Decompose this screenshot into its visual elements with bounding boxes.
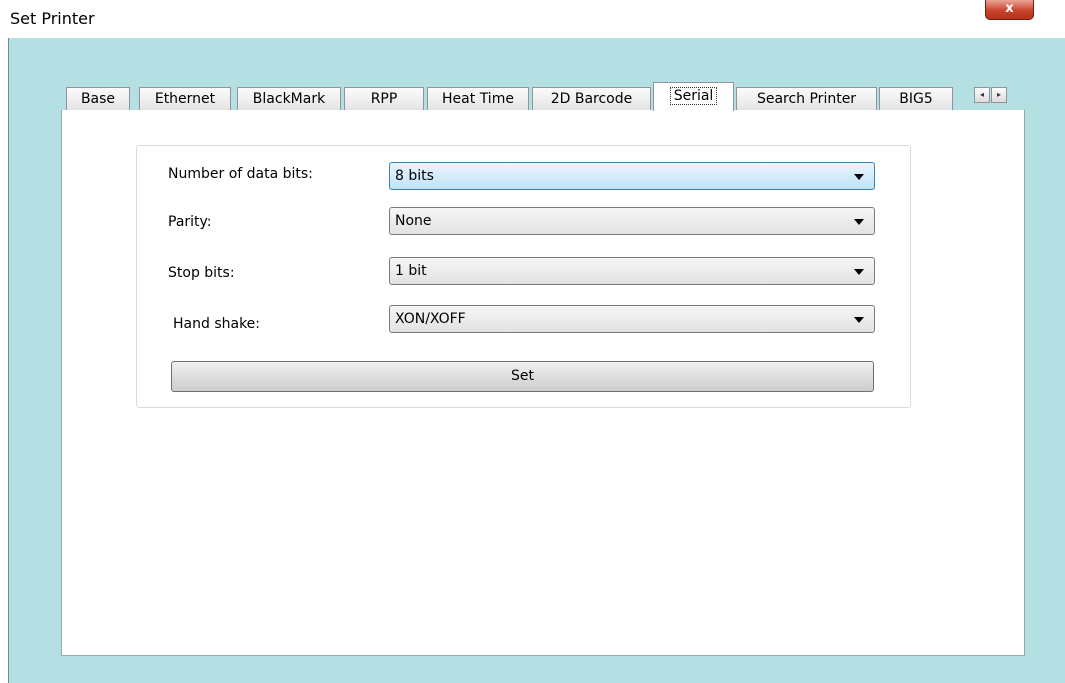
tab-scroll-right-icon[interactable]: ▸ xyxy=(991,87,1007,103)
data-bits-label: Number of data bits: xyxy=(168,166,313,182)
parity-label: Parity: xyxy=(168,214,212,230)
hand-shake-label: Hand shake: xyxy=(173,316,261,332)
set-button[interactable]: Set xyxy=(171,361,874,392)
chevron-down-icon xyxy=(854,317,864,323)
data-bits-value: 8 bits xyxy=(395,168,434,184)
parity-value: None xyxy=(395,213,432,229)
tab-heat-time[interactable]: Heat Time xyxy=(427,87,529,110)
hand-shake-select[interactable]: XON/XOFF xyxy=(389,305,875,333)
tab-serial-label: Serial xyxy=(669,87,718,105)
chevron-down-icon xyxy=(854,174,864,180)
data-bits-select[interactable]: 8 bits xyxy=(389,162,875,190)
tab-strip: Base Ethernet BlackMark RPP Heat Time 2D… xyxy=(61,82,1023,111)
window-title: Set Printer xyxy=(10,9,95,28)
tab-rpp[interactable]: RPP xyxy=(344,87,424,110)
tab-serial[interactable]: Serial xyxy=(653,82,734,111)
stop-bits-label: Stop bits: xyxy=(168,265,235,281)
title-bar: Set Printer x xyxy=(0,0,1065,38)
chevron-down-icon xyxy=(854,219,864,225)
close-button[interactable]: x xyxy=(985,0,1034,20)
tab-blackmark[interactable]: BlackMark xyxy=(237,87,341,110)
chevron-down-icon xyxy=(854,269,864,275)
tab-scroll-left-icon[interactable]: ◂ xyxy=(974,87,990,103)
tab-ethernet[interactable]: Ethernet xyxy=(139,87,231,110)
tab-big5[interactable]: BIG5 xyxy=(879,87,953,110)
stop-bits-select[interactable]: 1 bit xyxy=(389,257,875,285)
tab-scroll-arrows: ◂ ▸ xyxy=(974,87,1008,104)
tab-2d-barcode[interactable]: 2D Barcode xyxy=(532,87,651,110)
stop-bits-value: 1 bit xyxy=(395,263,427,279)
tab-base[interactable]: Base xyxy=(66,87,130,110)
hand-shake-value: XON/XOFF xyxy=(395,311,466,327)
tab-search-printer[interactable]: Search Printer xyxy=(736,87,877,110)
parity-select[interactable]: None xyxy=(389,207,875,235)
